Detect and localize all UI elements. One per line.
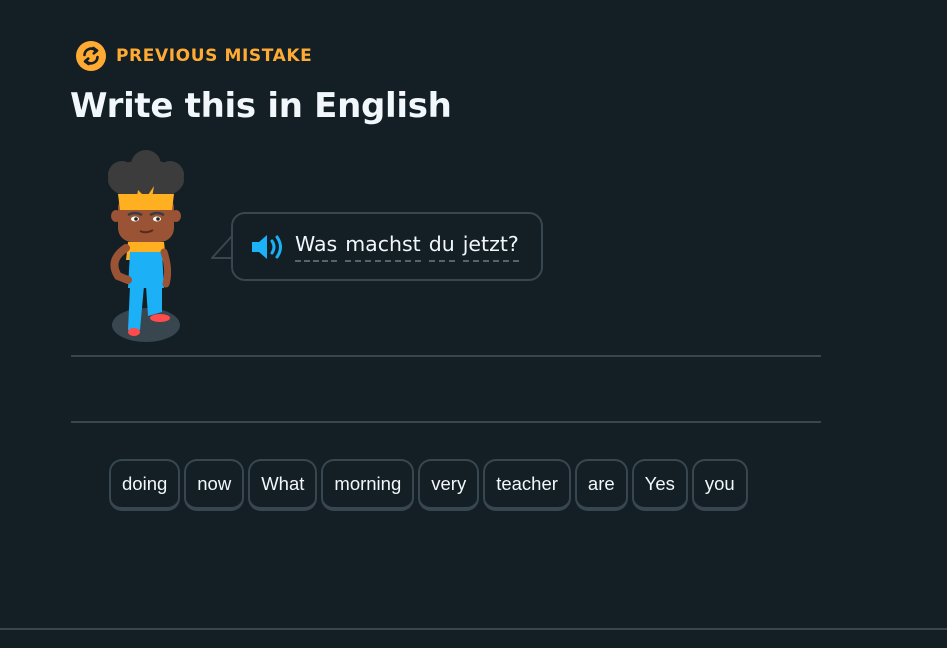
word-chip-are[interactable]: are [574, 459, 628, 511]
refresh-icon [76, 41, 106, 71]
prompt-sentence: Was machst du jetzt? [295, 231, 519, 262]
word-chip-yes[interactable]: Yes [631, 459, 688, 511]
speech-bubble: Was machst du jetzt? [231, 212, 543, 281]
word-chip-what[interactable]: What [248, 459, 318, 511]
word-chip-morning[interactable]: morning [321, 459, 415, 511]
previous-mistake-badge: PREVIOUS MISTAKE [76, 40, 312, 72]
answer-line-bottom [71, 421, 821, 423]
speaker-icon[interactable] [250, 233, 286, 261]
word-chip-very[interactable]: very [418, 459, 480, 511]
prompt-word[interactable]: machst [345, 231, 421, 262]
answer-drop-area[interactable] [71, 357, 821, 421]
badge-label: PREVIOUS MISTAKE [116, 46, 313, 66]
word-chip-teacher[interactable]: teacher [483, 459, 571, 511]
word-bank: doing now What morning very teacher are … [109, 459, 748, 511]
prompt-word[interactable]: Was [295, 231, 338, 262]
prompt-word[interactable]: du [428, 231, 455, 262]
character-illustration [108, 150, 184, 342]
word-chip-you[interactable]: you [691, 459, 748, 511]
footer-divider [0, 628, 947, 630]
exercise-screen: PREVIOUS MISTAKE Write this in English W… [0, 0, 947, 648]
word-chip-doing[interactable]: doing [109, 459, 181, 511]
word-chip-now[interactable]: now [184, 459, 245, 511]
prompt-word[interactable]: jetzt? [462, 231, 519, 262]
page-title: Write this in English [70, 86, 452, 126]
